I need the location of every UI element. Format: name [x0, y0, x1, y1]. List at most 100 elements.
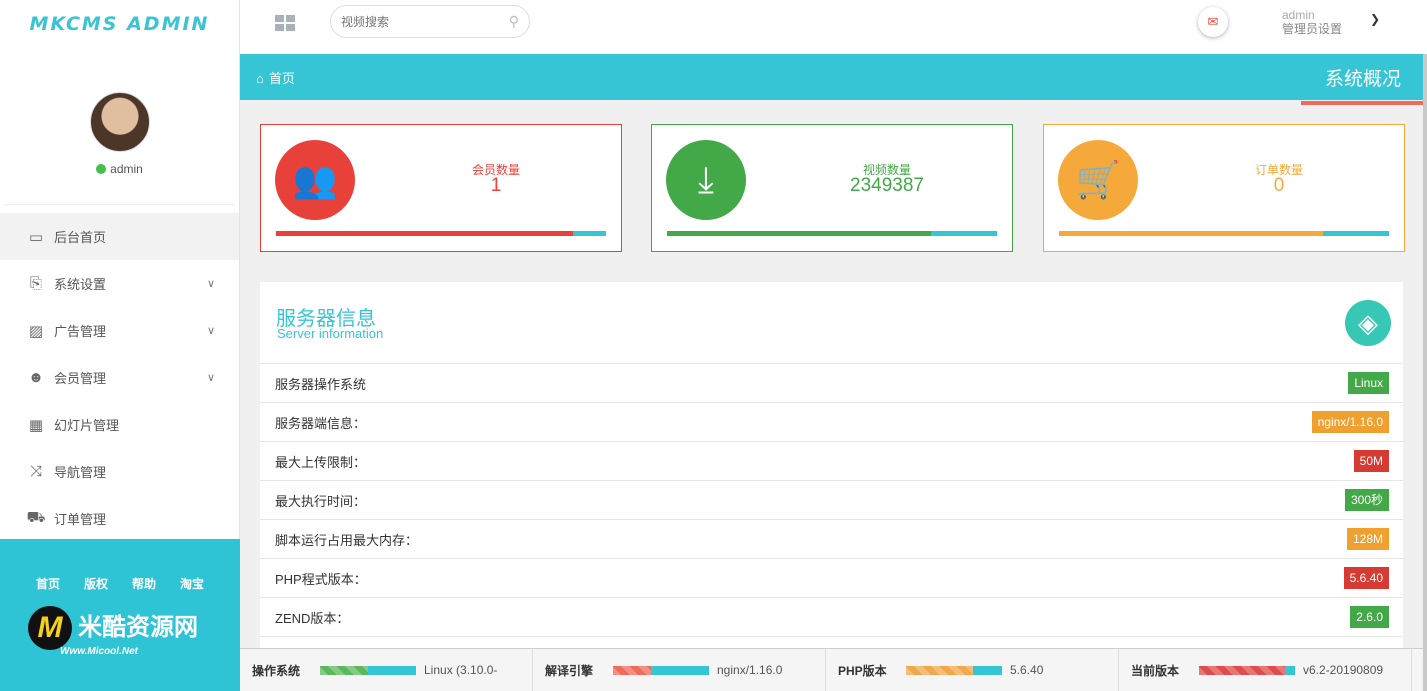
- grid-menu-icon[interactable]: [275, 15, 295, 31]
- footer-links: 首页 版权 帮助 淘宝: [0, 575, 240, 592]
- chevron-down-icon: ∨: [206, 278, 215, 290]
- globe-icon: ◈: [1345, 300, 1391, 346]
- status-value: nginx/1.16.0: [717, 663, 783, 677]
- status-badge: 128M: [1346, 528, 1389, 550]
- status-badge: 2.6.0: [1350, 606, 1389, 628]
- brand-title: 米酷资源网: [78, 614, 198, 641]
- brand-subtitle: Www.Micool.Net: [60, 646, 138, 657]
- breadcrumb[interactable]: ⌂ 首页: [256, 68, 295, 87]
- status-label: 当前版本: [1131, 663, 1180, 678]
- mail-icon[interactable]: ✉: [1198, 7, 1228, 37]
- status-badge: Linux: [1348, 372, 1389, 394]
- panel-header: 服务器信息 Server information ◈: [260, 282, 1403, 364]
- status-label: 操作系统: [252, 663, 301, 678]
- footer-link[interactable]: 版权: [84, 575, 108, 592]
- brand-logo-icon: M: [28, 606, 72, 650]
- sidebar-footer: 首页 版权 帮助 淘宝 M 米酷资源网 Www.Micool.Net: [0, 539, 240, 691]
- stat-card[interactable]: 👥 会员数量 1: [260, 124, 622, 252]
- users-icon: 👥: [275, 140, 355, 220]
- clipboard-icon: ⎘: [29, 275, 42, 292]
- user-name: admin: [110, 162, 143, 176]
- list-item: 服务器操作系统 Linux: [260, 364, 1403, 403]
- sidebar-item-label: 幻灯片管理: [54, 418, 120, 433]
- status-badge: 5.6.40: [1343, 567, 1389, 589]
- stat-progress: [1059, 231, 1389, 236]
- info-label: 脚本运行占用最大内存：: [275, 532, 419, 548]
- status-progress: [906, 665, 1002, 675]
- status-badge: 50M: [1353, 450, 1389, 472]
- image-icon: ▨: [28, 322, 44, 340]
- footer-link[interactable]: 首页: [36, 575, 60, 592]
- stat-progress: [667, 231, 997, 236]
- stat-value: 2349387: [850, 175, 924, 196]
- sidebar-item[interactable]: ▨ 广告管理 ∨: [0, 307, 239, 354]
- status-value: v6.2-20190809: [1303, 663, 1384, 677]
- admin-menu[interactable]: admin 管理员设置: [1282, 8, 1342, 36]
- stat-card[interactable]: ⤓ 视频数量 2349387: [651, 124, 1013, 252]
- list-item: 最大执行时间： 300秒: [260, 481, 1403, 520]
- cart-icon: ⛟: [26, 509, 46, 526]
- shuffle-icon: ⤨: [29, 463, 42, 480]
- table-icon: ▦: [28, 416, 44, 434]
- breadcrumb-bar: ⌂ 首页 系统概况: [240, 54, 1423, 105]
- status-progress: [613, 665, 709, 675]
- status-progress: [1199, 665, 1295, 675]
- status-value: Linux (3.10.0-: [424, 663, 498, 677]
- users-icon: ☻: [28, 369, 44, 386]
- info-label: 最大执行时间：: [275, 493, 367, 509]
- info-label: PHP程式版本：: [275, 571, 367, 587]
- sidebar-item-label: 后台首页: [54, 230, 107, 245]
- avatar[interactable]: [89, 92, 150, 152]
- status-badge: nginx/1.16.0: [1311, 411, 1389, 433]
- status-label: 解译引擎: [545, 663, 594, 678]
- search-input[interactable]: [341, 6, 491, 37]
- server-info-list: 服务器操作系统 Linux 服务器端信息： nginx/1.16.0 最大上传限制：…: [260, 364, 1403, 637]
- sidebar-item-label: 订单管理: [54, 512, 107, 527]
- sidebar-menu: ▭ 后台首页 ⎘ 系统设置 ∨ ▨ 广告管理 ∨ ☻ 会员管理 ∨ ▦ 幻灯片管理 ⤨…: [0, 213, 239, 542]
- sidebar-item[interactable]: ⛟ 订单管理: [0, 495, 239, 542]
- stat-value: 1: [490, 175, 502, 196]
- sidebar-item[interactable]: ⤨ 导航管理: [0, 448, 239, 495]
- sidebar-item-label: 会员管理: [54, 371, 107, 386]
- status-value: 5.6.40: [1010, 663, 1044, 677]
- user-status: admin: [4, 162, 235, 176]
- stat-card[interactable]: 🛒 订单数量 0: [1043, 124, 1405, 252]
- info-label: ZEND版本：: [275, 610, 350, 626]
- status-progress: [320, 665, 416, 675]
- footer-link[interactable]: 淘宝: [180, 575, 204, 592]
- stat-progress: [276, 231, 606, 236]
- download-icon: ⤓: [666, 140, 746, 220]
- panel-subtitle: Server information: [277, 326, 384, 341]
- user-profile: admin: [4, 50, 235, 205]
- sidebar-item-label: 导航管理: [54, 465, 107, 480]
- sidebar-item-label: 广告管理: [54, 324, 107, 339]
- status-item: 操作系统 Linux (3.10.0-: [240, 649, 533, 691]
- chevron-down-icon[interactable]: ❯: [1370, 12, 1380, 26]
- info-label: 最大上传限制：: [275, 454, 367, 470]
- chevron-down-icon: ∨: [206, 325, 215, 337]
- online-status-icon: [96, 164, 107, 174]
- cart-icon: 🛒: [1058, 140, 1138, 220]
- list-item: ZEND版本： 2.6.0: [260, 598, 1403, 637]
- chevron-down-icon: ∨: [206, 372, 215, 384]
- breadcrumb-home: 首页: [268, 71, 295, 86]
- status-label: PHP版本: [838, 663, 887, 678]
- search-icon[interactable]: ⚲: [509, 13, 519, 30]
- scrollbar[interactable]: [1423, 54, 1427, 691]
- home-icon: ⌂: [256, 71, 264, 86]
- status-item: PHP版本 5.6.40: [826, 649, 1119, 691]
- server-info-panel: 服务器信息 Server information ◈ 服务器操作系统 Linux…: [260, 282, 1403, 652]
- app-logo[interactable]: MKCMS ADMIN: [0, 0, 239, 50]
- title-underline: [1301, 101, 1423, 105]
- admin-role: 管理员设置: [1282, 22, 1343, 36]
- sidebar-item[interactable]: ⎘ 系统设置 ∨: [0, 260, 239, 307]
- list-item: 最大上传限制： 50M: [260, 442, 1403, 481]
- page-title: 系统概况: [1324, 69, 1401, 90]
- list-item: 服务器端信息： nginx/1.16.0: [260, 403, 1403, 442]
- sidebar-item[interactable]: ▭ 后台首页: [0, 213, 239, 260]
- sidebar-item-label: 系统设置: [54, 277, 107, 292]
- sidebar: MKCMS ADMIN admin ▭ 后台首页 ⎘ 系统设置 ∨ ▨ 广告管理 …: [0, 0, 240, 691]
- sidebar-item[interactable]: ▦ 幻灯片管理: [0, 401, 239, 448]
- sidebar-item[interactable]: ☻ 会员管理 ∨: [0, 354, 239, 401]
- footer-link[interactable]: 帮助: [132, 575, 156, 592]
